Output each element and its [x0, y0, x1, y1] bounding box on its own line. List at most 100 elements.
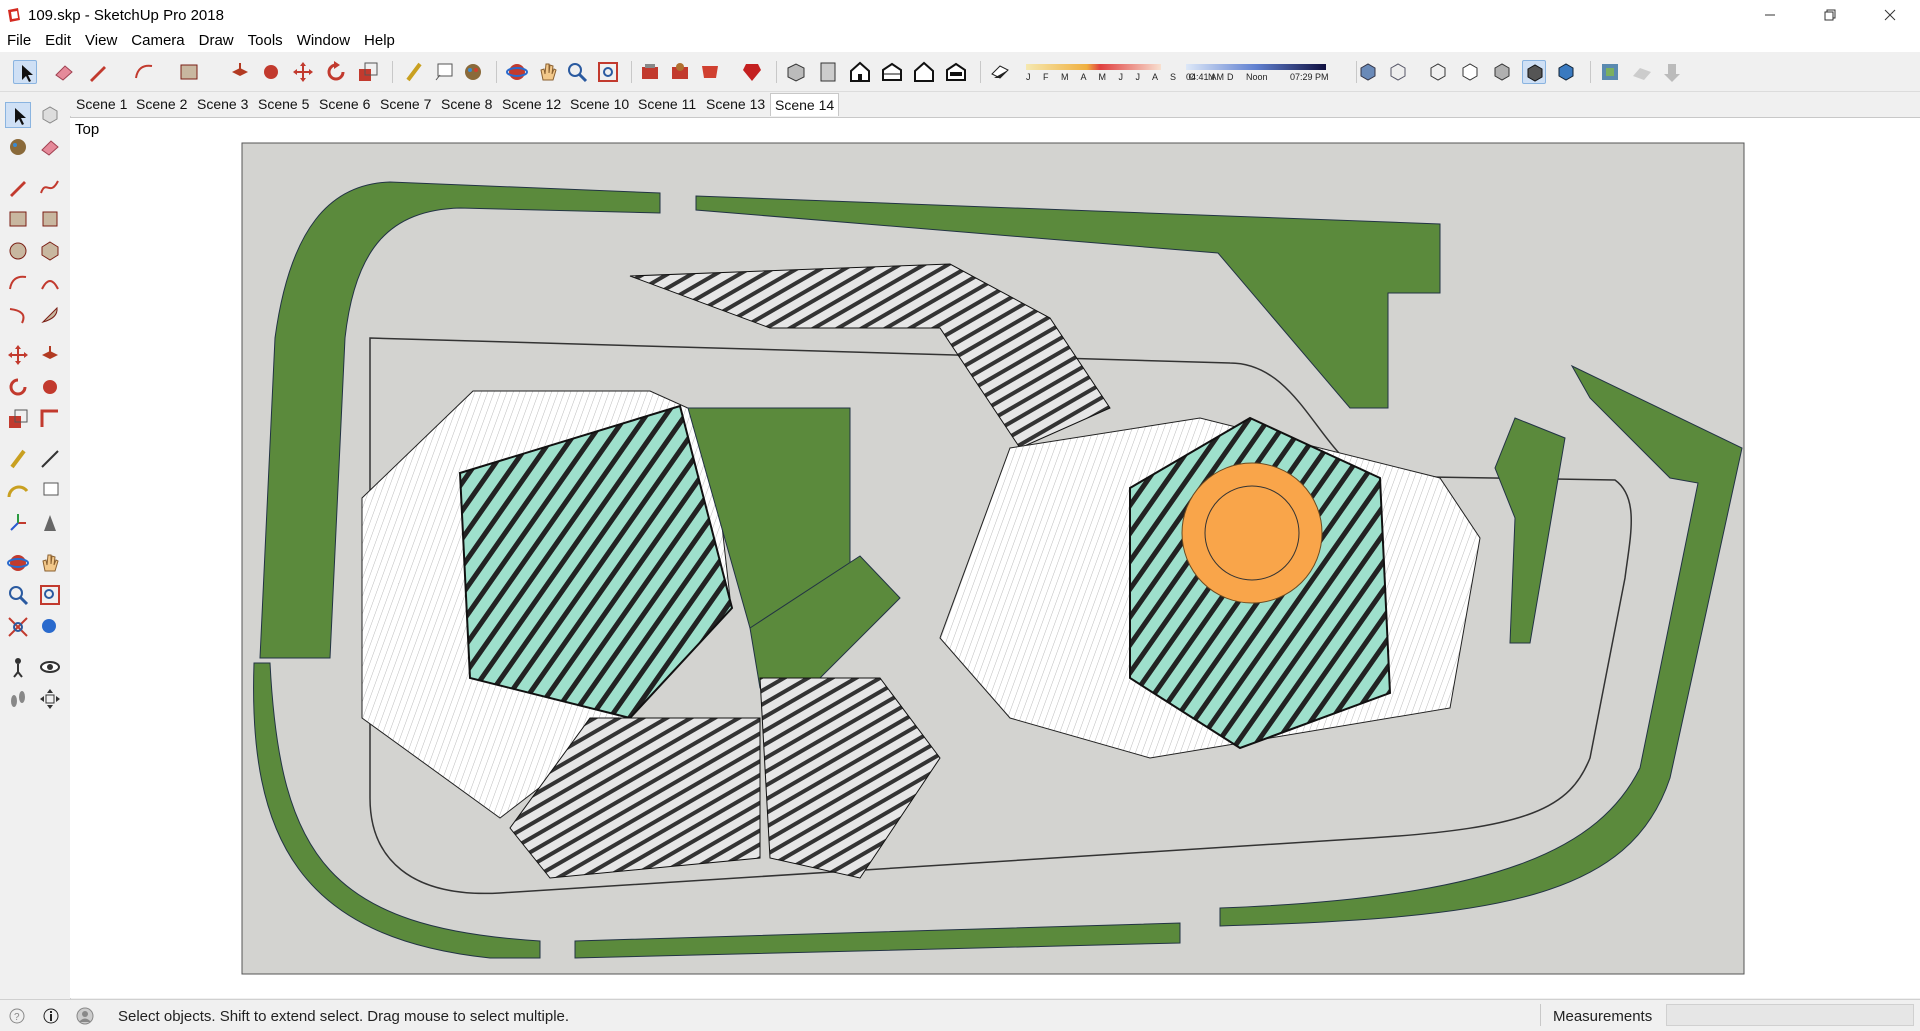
left-view-button[interactable] — [944, 60, 968, 84]
follow-me-tool-button[interactable] — [259, 60, 283, 84]
user-account-icon[interactable] — [76, 1007, 94, 1025]
left-walk-button[interactable] — [5, 686, 31, 712]
iso-view-button[interactable] — [784, 60, 808, 84]
paint-bucket-button[interactable] — [461, 60, 485, 84]
scene-tab-10[interactable]: Scene 10 — [566, 93, 633, 115]
orbit-button[interactable] — [505, 60, 529, 84]
measurements-input[interactable] — [1666, 1004, 1914, 1026]
left-look-around-button[interactable] — [37, 654, 63, 680]
eraser-tool-button[interactable] — [52, 60, 76, 84]
select-tool-button[interactable] — [13, 60, 37, 84]
left-zoom-window-button[interactable] — [37, 582, 63, 608]
extension-manager-button[interactable] — [740, 60, 764, 84]
menu-tools[interactable]: Tools — [241, 30, 290, 52]
left-2pt-arc-button[interactable] — [37, 270, 63, 296]
scene-tab-12[interactable]: Scene 12 — [498, 93, 565, 115]
restore-button[interactable] — [1800, 0, 1860, 30]
left-rectangle-button[interactable] — [5, 206, 31, 232]
scene-tab-8[interactable]: Scene 8 — [437, 93, 496, 115]
left-line-button[interactable] — [5, 174, 31, 200]
left-move-button[interactable] — [5, 342, 31, 368]
left-freehand-button[interactable] — [37, 174, 63, 200]
shadow-settings-button[interactable] — [988, 60, 1012, 84]
left-3pt-arc-button[interactable] — [5, 302, 31, 328]
menu-file[interactable]: File — [0, 30, 38, 52]
front-view-button[interactable] — [848, 60, 872, 84]
scene-tab-7[interactable]: Scene 7 — [376, 93, 435, 115]
menu-help[interactable]: Help — [357, 30, 402, 52]
tape-measure-button[interactable] — [402, 60, 426, 84]
zoom-extents-button[interactable] — [596, 60, 620, 84]
rotate-tool-button[interactable] — [324, 60, 348, 84]
scene-tab-6[interactable]: Scene 6 — [315, 93, 374, 115]
menu-window[interactable]: Window — [290, 30, 357, 52]
scene-tab-13[interactable]: Scene 13 — [702, 93, 769, 115]
extension-warehouse-button[interactable] — [668, 60, 692, 84]
model-viewport[interactable] — [70, 117, 1920, 998]
back-edges-button[interactable] — [1386, 60, 1410, 84]
left-position-camera-button[interactable] — [5, 654, 31, 680]
scene-tab-2[interactable]: Scene 2 — [132, 93, 191, 115]
left-scale-button[interactable] — [5, 406, 31, 432]
close-button[interactable] — [1860, 0, 1920, 30]
left-section-plane-button[interactable] — [37, 686, 63, 712]
scene-tab-1[interactable]: Scene 1 — [72, 93, 131, 115]
xray-style-button[interactable] — [1356, 60, 1380, 84]
left-rotated-rect-button[interactable] — [37, 206, 63, 232]
left-rotate-button[interactable] — [5, 374, 31, 400]
shaded-textures-button[interactable] — [1522, 60, 1546, 84]
scene-tab-5[interactable]: Scene 5 — [254, 93, 313, 115]
hidden-line-button[interactable] — [1458, 60, 1482, 84]
geo-location-icon[interactable]: ? — [8, 1007, 26, 1025]
share-model-button[interactable] — [698, 60, 722, 84]
left-offset-button[interactable] — [37, 406, 63, 432]
text-tool-button[interactable] — [432, 60, 456, 84]
left-select-button[interactable] — [5, 102, 31, 128]
minimize-button[interactable] — [1740, 0, 1800, 30]
left-eraser-button[interactable] — [37, 134, 63, 160]
add-location-button[interactable] — [1598, 60, 1622, 84]
move-tool-button[interactable] — [291, 60, 315, 84]
left-previous-view-button[interactable] — [37, 614, 63, 640]
zoom-button[interactable] — [565, 60, 589, 84]
left-arc-button[interactable] — [5, 270, 31, 296]
left-component-button[interactable] — [37, 102, 63, 128]
menu-view[interactable]: View — [78, 30, 124, 52]
scene-tab-14[interactable]: Scene 14 — [770, 93, 840, 116]
credits-info-icon[interactable] — [42, 1007, 60, 1025]
scale-tool-button[interactable] — [356, 60, 380, 84]
line-tool-button[interactable] — [86, 60, 110, 84]
menu-draw[interactable]: Draw — [192, 30, 241, 52]
warehouse-button[interactable] — [638, 60, 662, 84]
shaded-button[interactable] — [1490, 60, 1514, 84]
arc-tool-button[interactable] — [132, 60, 156, 84]
top-view-button[interactable] — [816, 60, 840, 84]
monochrome-button[interactable] — [1554, 60, 1578, 84]
left-protractor-button[interactable] — [5, 478, 31, 504]
right-view-button[interactable] — [880, 60, 904, 84]
left-orbit-button[interactable] — [5, 550, 31, 576]
photo-textures-button[interactable] — [1660, 60, 1684, 84]
left-follow-me-button[interactable] — [37, 374, 63, 400]
left-zoom-extents-button[interactable] — [5, 614, 31, 640]
left-polygon-button[interactable] — [37, 238, 63, 264]
left-tape-button[interactable] — [5, 446, 31, 472]
left-pie-button[interactable] — [37, 302, 63, 328]
left-dimension-button[interactable] — [37, 446, 63, 472]
pan-button[interactable] — [536, 60, 560, 84]
wireframe-button[interactable] — [1426, 60, 1450, 84]
left-pan-button[interactable] — [37, 550, 63, 576]
menu-edit[interactable]: Edit — [38, 30, 78, 52]
left-axes-button[interactable] — [5, 510, 31, 536]
left-circle-button[interactable] — [5, 238, 31, 264]
menu-camera[interactable]: Camera — [124, 30, 191, 52]
toggle-terrain-button[interactable] — [1630, 60, 1654, 84]
left-push-pull-button[interactable] — [37, 342, 63, 368]
left-text-button[interactable] — [37, 478, 63, 504]
rectangle-tool-button[interactable] — [177, 60, 201, 84]
scene-tab-3[interactable]: Scene 3 — [193, 93, 252, 115]
left-zoom-button[interactable] — [5, 582, 31, 608]
left-3d-text-button[interactable] — [37, 510, 63, 536]
scene-tab-11[interactable]: Scene 11 — [634, 93, 700, 115]
left-paint-button[interactable] — [5, 134, 31, 160]
